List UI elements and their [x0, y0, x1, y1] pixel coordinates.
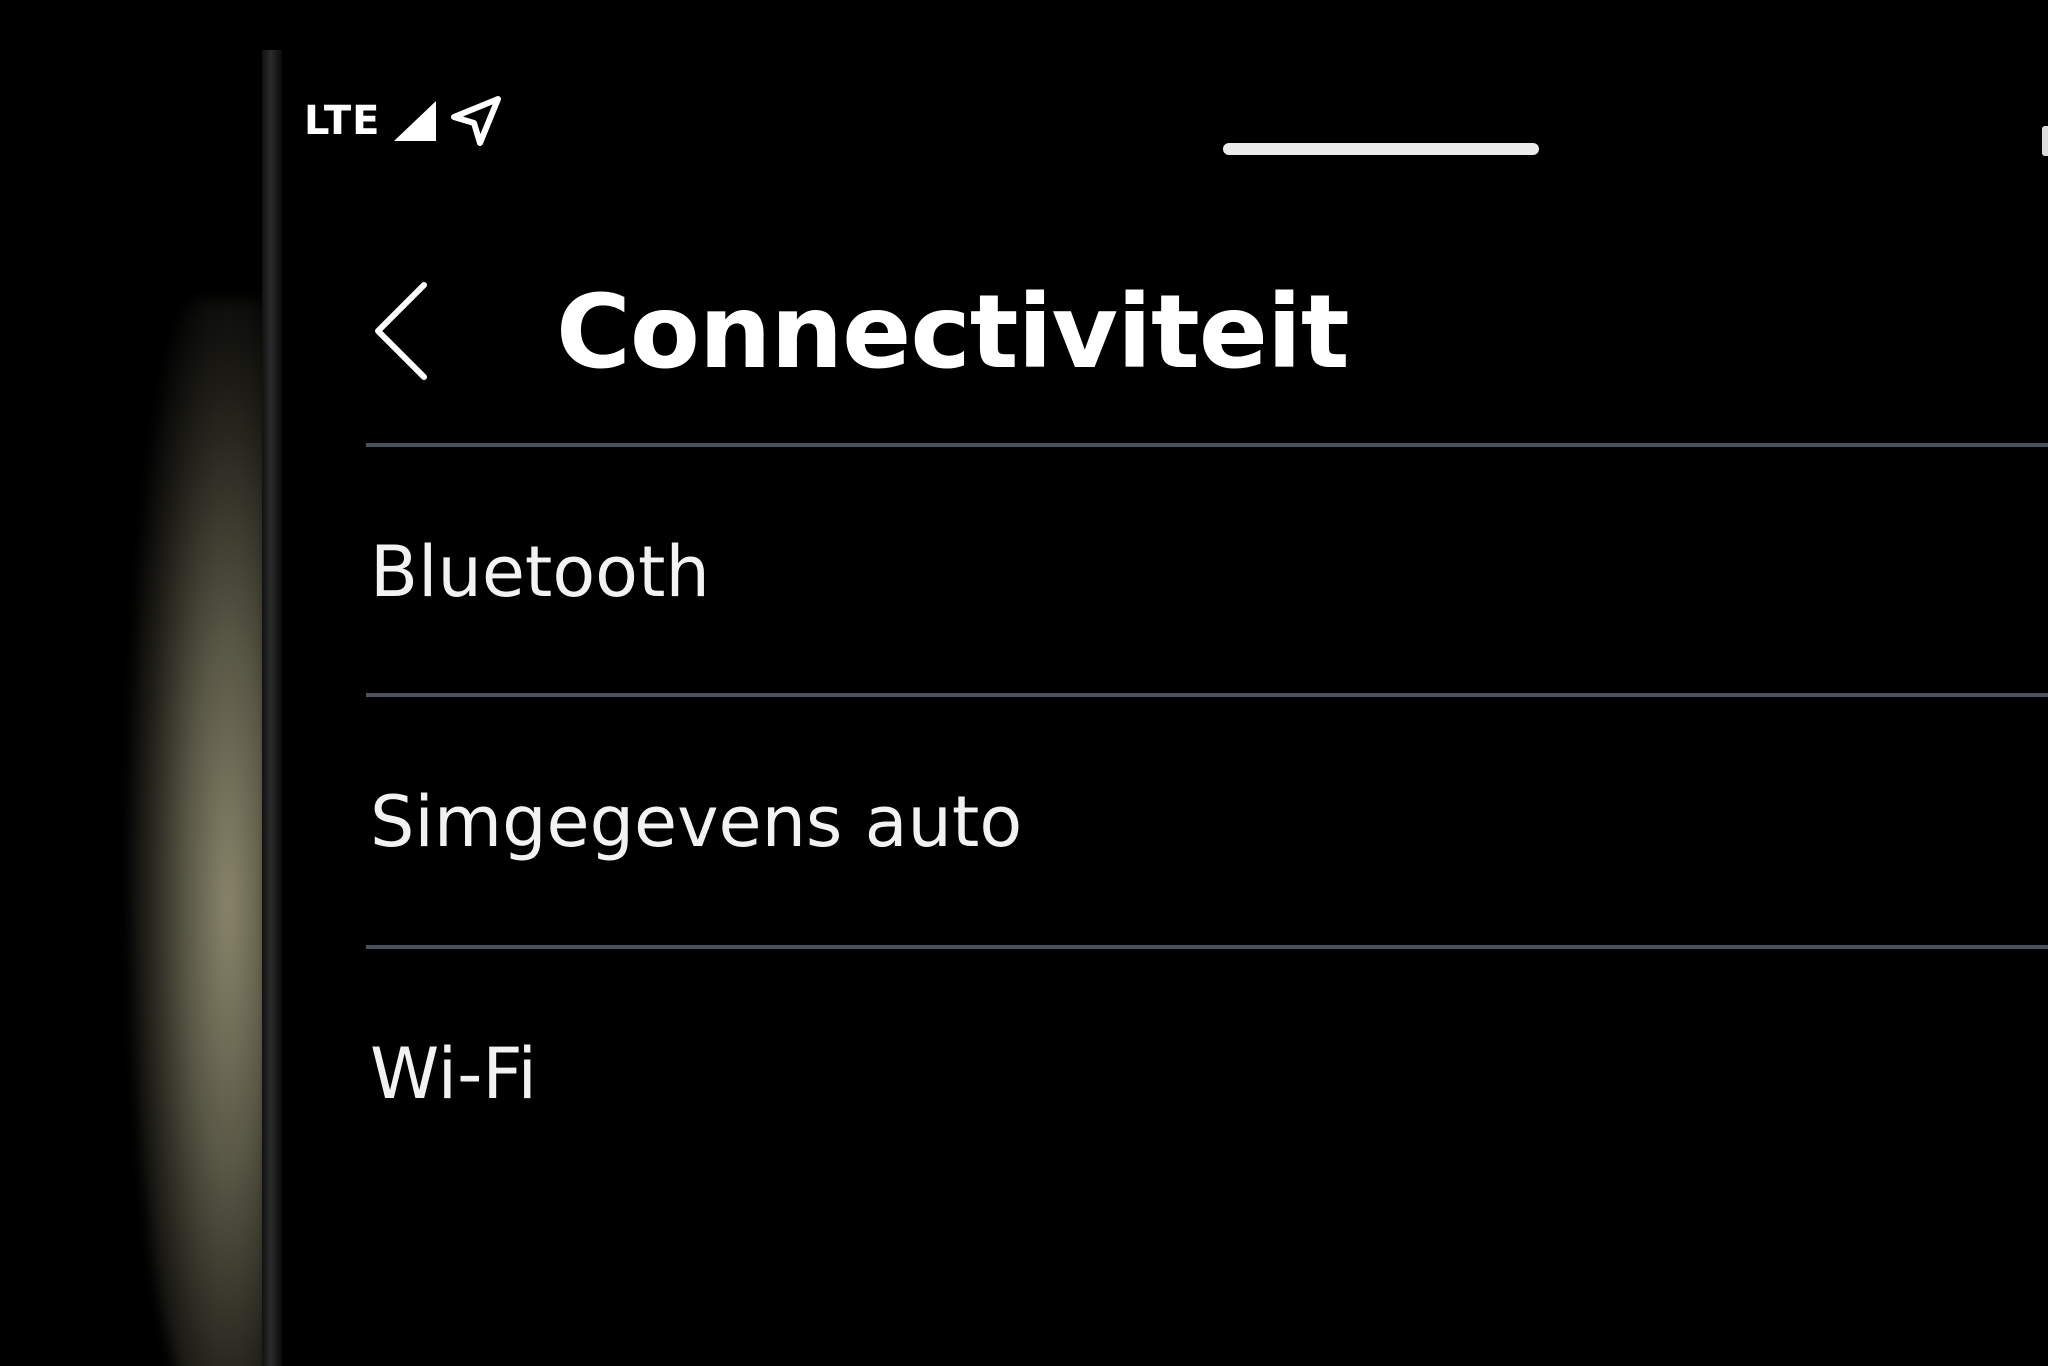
page-title: Connectiviteit	[556, 273, 1350, 392]
navigation-arrow-icon	[450, 95, 502, 147]
screen-bezel	[262, 50, 282, 1366]
network-type-label: LTE	[304, 98, 381, 144]
chevron-left-icon	[370, 281, 430, 385]
page-header: Connectiviteit	[282, 260, 2048, 440]
menu-item-bluetooth[interactable]: Bluetooth	[366, 452, 2048, 692]
photo-scene: LTE Connectiviteit Bluetooth Simgegevens…	[0, 0, 2048, 1366]
bezel-reflection	[130, 300, 270, 1366]
edge-indicator	[2042, 126, 2048, 156]
drag-handle[interactable]	[1223, 143, 1539, 155]
divider	[366, 443, 2048, 447]
menu-item-wifi[interactable]: Wi-Fi	[366, 954, 2048, 1194]
menu-item-label: Bluetooth	[370, 531, 710, 613]
signal-icon	[392, 99, 438, 143]
display-screen: LTE Connectiviteit Bluetooth Simgegevens…	[282, 0, 2048, 1366]
status-bar: LTE	[304, 96, 502, 146]
divider	[366, 693, 2048, 697]
menu-item-sim-data[interactable]: Simgegevens auto	[366, 702, 2048, 942]
menu-item-label: Wi-Fi	[370, 1033, 538, 1115]
back-button[interactable]	[360, 278, 440, 388]
divider	[366, 945, 2048, 949]
menu-item-label: Simgegevens auto	[370, 781, 1023, 863]
